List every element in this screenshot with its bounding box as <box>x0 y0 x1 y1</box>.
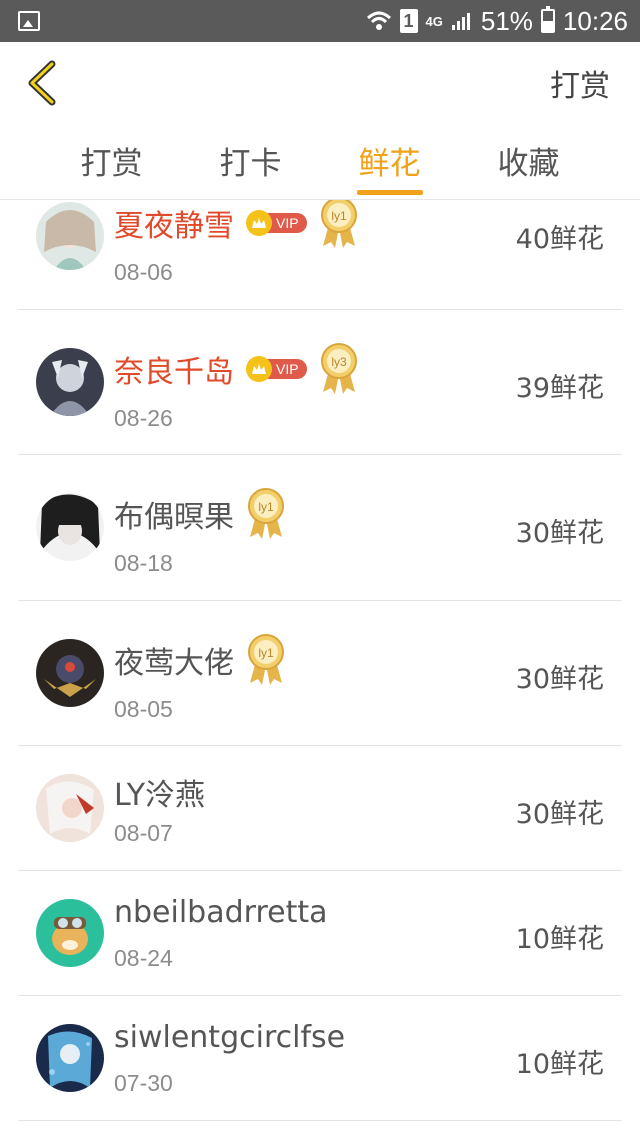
user-name: 奈良千岛 <box>114 355 234 390</box>
avatar[interactable] <box>36 348 104 416</box>
list-item[interactable]: 奈良千岛 VIP ly3 08-26 39鲜花 <box>18 310 622 455</box>
reward-button[interactable]: 打赏 <box>550 61 610 105</box>
tab-favorites[interactable]: 收藏 <box>474 124 584 199</box>
date: 08-06 <box>114 259 173 285</box>
date: 08-26 <box>114 405 173 431</box>
status-bar: 1 4G 51% 10:26 <box>0 0 640 42</box>
tab-checkin[interactable]: 打卡 <box>196 124 306 199</box>
flower-count: 40鲜花 <box>515 224 604 255</box>
avatar[interactable] <box>36 774 104 842</box>
level-label: ly1 <box>258 500 274 514</box>
user-name: 夜莺大佬 <box>114 646 234 681</box>
avatar[interactable] <box>36 493 104 561</box>
date: 07-30 <box>114 1070 173 1096</box>
list-item[interactable]: siwlentgcirclfse 07-30 10鲜花 <box>18 996 622 1121</box>
level-label: ly1 <box>331 209 347 223</box>
flower-count: 39鲜花 <box>515 373 604 404</box>
gallery-notification-icon <box>18 11 40 31</box>
list-item[interactable]: 夜莺大佬 ly1 08-05 30鲜花 <box>18 601 622 746</box>
network-type: 4G <box>425 13 443 29</box>
list-item[interactable]: 布偶暝果 ly1 08-18 30鲜花 <box>18 455 622 601</box>
date: 08-07 <box>114 820 173 846</box>
avatar[interactable] <box>36 899 104 967</box>
tab-reward[interactable]: 打赏 <box>57 124 167 199</box>
battery-percent: 51% <box>480 5 533 36</box>
flower-count: 30鲜花 <box>515 664 604 695</box>
header: 打赏 <box>0 42 640 124</box>
avatar[interactable] <box>36 639 104 707</box>
vip-badge: VIP <box>246 356 307 382</box>
flower-count: 10鲜花 <box>515 1049 604 1080</box>
list-item[interactable]: nbeilbadrretta 08-24 10鲜花 <box>18 871 622 996</box>
user-name: 布偶暝果 <box>114 500 234 535</box>
user-name: siwlentgcirclfse <box>114 1020 346 1055</box>
user-name: nbeilbadrretta <box>114 895 328 930</box>
level-medal-icon: ly1 <box>248 488 284 539</box>
date: 08-18 <box>114 550 173 576</box>
crown-icon <box>246 356 272 382</box>
tab-bar: 打赏 打卡 鲜花 收藏 <box>0 124 640 200</box>
battery-icon <box>540 6 555 33</box>
wifi-icon <box>366 11 391 30</box>
list-item[interactable]: 夏夜静雪 VIP ly1 08-06 40鲜花 <box>18 200 622 310</box>
level-medal-icon: ly1 <box>248 634 284 685</box>
avatar[interactable] <box>36 1024 104 1092</box>
level-label: ly3 <box>331 355 347 369</box>
list-item[interactable]: LY泠燕 08-07 30鲜花 <box>18 746 622 871</box>
sim-badge: 1 <box>399 9 418 33</box>
signal-icon <box>451 13 470 30</box>
flower-count: 30鲜花 <box>515 799 604 830</box>
flower-count: 10鲜花 <box>515 924 604 955</box>
level-label: ly1 <box>258 646 274 660</box>
date: 08-05 <box>114 696 173 722</box>
level-medal-icon: ly1 <box>320 200 357 248</box>
user-name: 夏夜静雪 <box>114 209 234 244</box>
tab-flowers[interactable]: 鲜花 <box>335 124 445 199</box>
clock: 10:26 <box>562 5 628 36</box>
date: 08-24 <box>114 945 173 971</box>
flower-ranking-list: 夏夜静雪 VIP ly1 08-06 40鲜花 奈良千岛 VIP ly3 08-… <box>0 200 640 1138</box>
level-medal-icon: ly3 <box>320 343 357 394</box>
vip-badge: VIP <box>246 210 307 236</box>
avatar[interactable] <box>36 202 104 270</box>
flower-count: 30鲜花 <box>515 518 604 549</box>
user-name: LY泠燕 <box>114 778 206 813</box>
chevron-left-icon[interactable] <box>26 58 62 108</box>
crown-icon <box>246 210 272 236</box>
